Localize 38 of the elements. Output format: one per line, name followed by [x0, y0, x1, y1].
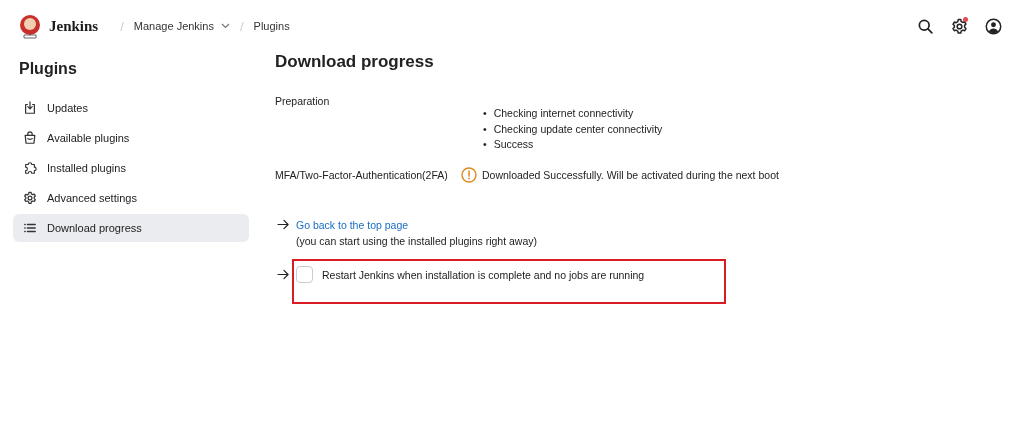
bullet: •	[483, 121, 487, 137]
sidebar-item[interactable]: Updates	[13, 94, 249, 122]
arrow-icon	[277, 219, 290, 230]
status-text: Downloaded Successfully. Will be activated during the next boot	[482, 168, 779, 181]
warning-icon	[461, 166, 477, 183]
list-icon	[23, 221, 37, 235]
breadcrumb-separator: /	[120, 18, 124, 34]
logo-icon[interactable]	[19, 13, 41, 39]
page-title: Download progress	[275, 52, 434, 72]
brand-name[interactable]: Jenkins	[49, 17, 99, 35]
checkbox[interactable]	[296, 266, 313, 283]
sidebar-item[interactable]: Available plugins	[13, 124, 249, 152]
puzzle-icon	[23, 161, 37, 175]
sidebar-title: Plugins	[19, 60, 77, 78]
list-item: Checking internet connectivity	[493, 106, 634, 121]
checkbox-label: Restart Jenkins when installation is complete and no jobs are running	[322, 268, 645, 281]
sidebar-item[interactable]: Download progress	[13, 214, 249, 242]
bag-icon	[23, 131, 37, 145]
breadcrumb-link[interactable]: Plugins	[253, 20, 290, 32]
download-icon	[23, 101, 37, 115]
gear-icon	[23, 191, 37, 205]
hint-text: (you can start using the installed plugins right away)	[296, 234, 538, 247]
user-icon[interactable]	[984, 17, 1002, 35]
settings-icon[interactable]	[950, 17, 968, 35]
row-label: Preparation	[275, 95, 331, 109]
breadcrumb-separator: /	[239, 18, 244, 34]
row-label: MFA/Two-Factor-Authentication(2FA)	[275, 168, 449, 181]
bullet: •	[483, 106, 487, 121]
sidebar-item[interactable]: Installed plugins	[13, 154, 249, 182]
top-page-link[interactable]: Go back to the top page	[296, 218, 409, 231]
arrow-icon	[277, 269, 290, 280]
bullet: •	[483, 137, 487, 152]
caret-icon[interactable]	[220, 23, 230, 29]
breadcrumb-link[interactable]: Manage Jenkins	[133, 20, 214, 32]
search-icon[interactable]	[916, 17, 934, 35]
sidebar-item[interactable]: Advanced settings	[13, 184, 249, 212]
list-item: Checking update center connectivity	[493, 121, 663, 137]
list-item: Success	[493, 137, 534, 152]
